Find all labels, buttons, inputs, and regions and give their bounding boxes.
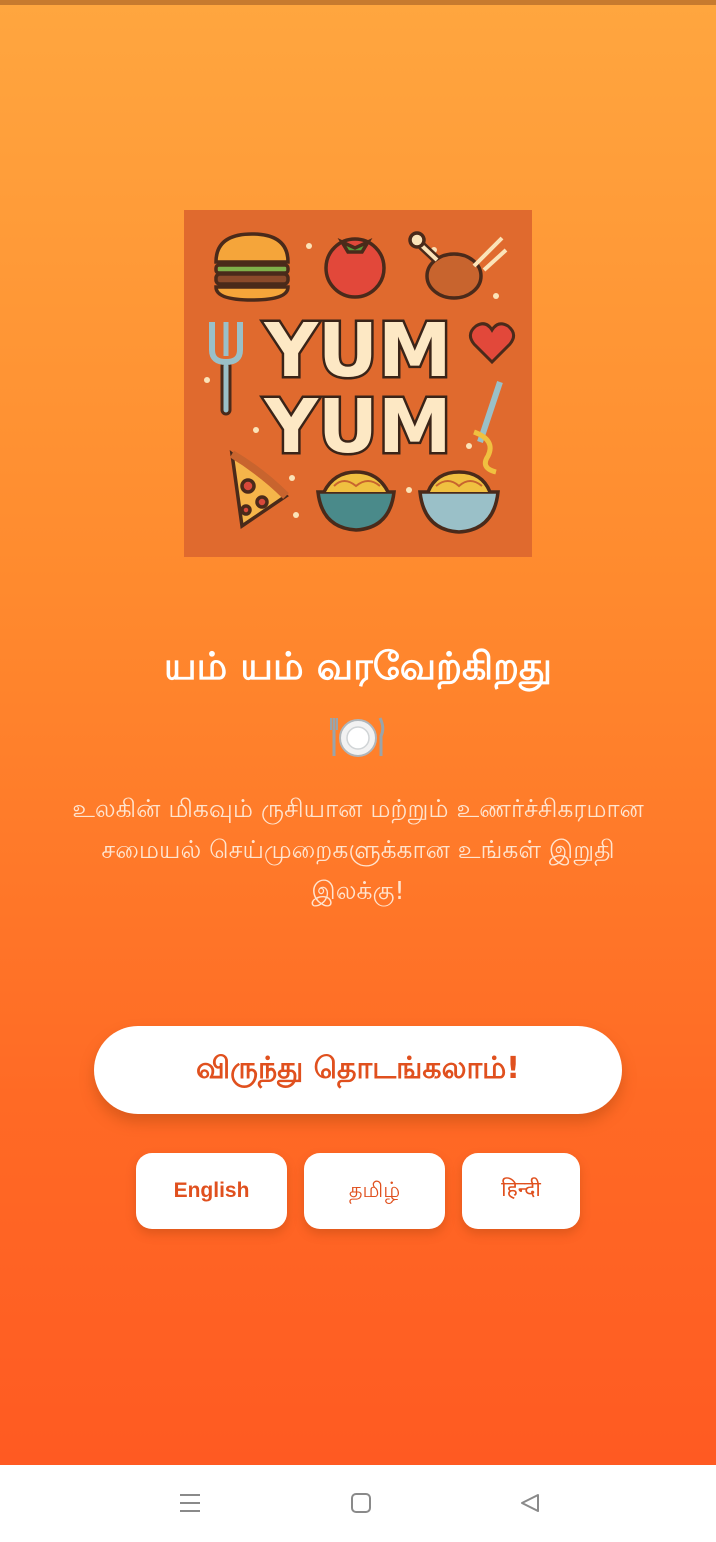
home-icon[interactable] (341, 1483, 381, 1523)
yum-yum-logo: YUM YUM (184, 210, 532, 557)
screen: YUM YUM யம் யம் வரவேற்கிறது உலகின் மிகவு… (0, 0, 716, 1542)
welcome-subtitle: உலகின் மிகவும் ருசியான மற்றும் உணர்ச்சிக… (72, 794, 644, 905)
language-english-label: English (173, 1179, 250, 1202)
language-hindi-label: हिन्दी (501, 1177, 541, 1201)
language-english-button[interactable]: English (136, 1153, 287, 1229)
burger-icon (214, 232, 290, 302)
logo-line-2: YUM (263, 384, 451, 470)
logo-wordmark: YUM YUM (261, 306, 454, 473)
plate-cutlery-icon (328, 714, 386, 760)
noodle-fork-icon (473, 381, 503, 475)
start-feast-button[interactable]: விருந்து தொடங்கலாம்! (94, 1026, 622, 1114)
language-tamil-label: தமிழ் (348, 1177, 401, 1202)
language-tamil-button[interactable]: தமிழ் (304, 1153, 445, 1229)
back-icon[interactable] (510, 1483, 550, 1523)
fork-icon (209, 322, 243, 416)
menu-icon[interactable] (170, 1483, 210, 1523)
tomato-icon (324, 237, 386, 299)
logo-artwork: YUM YUM (204, 231, 515, 534)
welcome-screen: YUM YUM யம் யம் வரவேற்கிறது உலகின் மிகவு… (0, 0, 716, 1465)
chicken-leg-icon (408, 231, 508, 300)
status-strip (0, 0, 716, 5)
language-hindi-button[interactable]: हिन्दी (462, 1153, 580, 1229)
heart-icon (469, 322, 515, 365)
noodle-bowl-icon (316, 470, 396, 532)
welcome-title: யம் யம் வரவேற்கிறது (164, 644, 552, 688)
bowl-icon (418, 470, 500, 534)
logo-line-1: YUM (263, 308, 451, 394)
system-navigation-bar (0, 1465, 716, 1542)
